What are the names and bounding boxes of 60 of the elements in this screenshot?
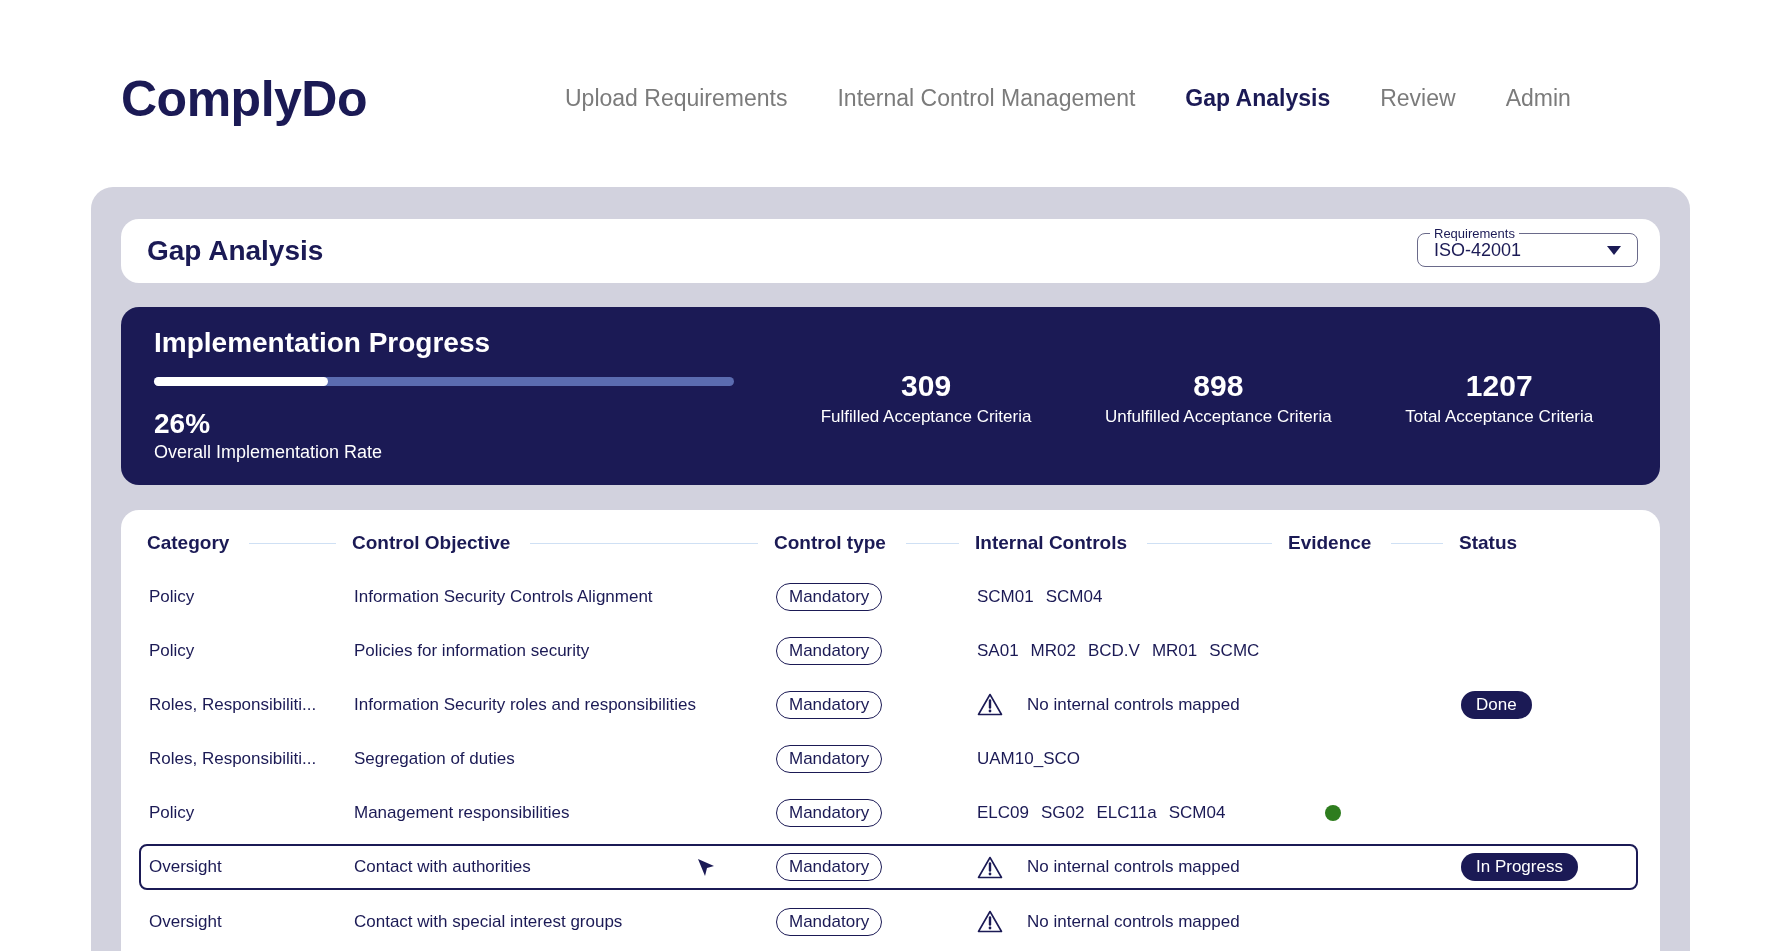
warning-icon (977, 855, 1003, 879)
control-code[interactable]: BCD.V (1087, 640, 1140, 661)
control-code[interactable]: MR02 (1030, 640, 1076, 661)
selected-row[interactable]: Oversight Contact with authorities Mandatory No internal controls mapped In Progress (139, 844, 1638, 890)
control-code[interactable]: SG02 (1041, 802, 1085, 823)
control-code[interactable]: SA01 (977, 640, 1019, 661)
stat-value: 1207 (1464, 369, 1534, 403)
control-code[interactable]: MR01 (1151, 640, 1198, 661)
stat-value: 898 (1192, 369, 1245, 403)
progress-title: Implementation Progress (154, 327, 492, 359)
control-code[interactable]: SCMC (1209, 640, 1260, 661)
status-badge: Done (1461, 690, 1532, 719)
category-cell-text: Oversight (149, 911, 223, 932)
column-header: Status (1459, 532, 1518, 554)
warning-text: No internal controls mapped (1027, 911, 1240, 932)
category-cell-text: Policy (149, 640, 196, 661)
logo: ComplyDo (121, 69, 368, 128)
page-title: Gap Analysis (147, 235, 324, 267)
column-header: Category (147, 532, 230, 554)
control-code[interactable]: SCM01 (977, 586, 1034, 607)
nav-link[interactable]: Internal Control Management (837, 85, 1136, 112)
warning-icon (977, 910, 1003, 933)
status-badge: In Progress (1461, 853, 1578, 881)
control-code[interactable]: SCM04 (1045, 586, 1103, 607)
warning-icon (977, 693, 1003, 716)
category-cell-text: Oversight (149, 857, 223, 877)
stat-label: Total Acceptance Criteria (1405, 407, 1594, 427)
control-code[interactable]: ELC09 (977, 802, 1029, 823)
progress-caption: Overall Implementation Rate (154, 442, 384, 463)
requirements-dropdown[interactable]: Requirements ISO-42001 (1417, 227, 1638, 267)
category-cell-text: Roles, Responsibiliti... (149, 694, 318, 715)
objective-cell: Contact with authorities (354, 857, 531, 877)
stat-label: Fulfilled Acceptance Criteria (820, 407, 1032, 427)
control-code[interactable]: ELC11a (1096, 802, 1157, 823)
objective-cell: Segregation of duties (354, 748, 515, 769)
column-header: Control Objective (352, 532, 511, 554)
objective-cell: Management responsibilities (354, 802, 570, 823)
column-header: Internal Controls (975, 532, 1127, 554)
objective-cell: Information Security Controls Alignment (354, 586, 653, 607)
caret-icon (1607, 245, 1621, 255)
warning-text: No internal controls mapped (1027, 694, 1240, 715)
stat-value: 309 (900, 369, 953, 403)
nav-link[interactable]: Upload Requirements (565, 85, 788, 112)
category-cell-text: Policy (149, 586, 196, 607)
category-cell-text: Roles, Responsibiliti... (149, 748, 318, 769)
progress-percent: 26% (154, 408, 212, 440)
nav-link[interactable]: Admin (1505, 85, 1571, 112)
column-header: Control type (774, 532, 886, 554)
stat-label: Unfulfilled Acceptance Criteria (1104, 407, 1332, 427)
objective-cell: Contact with special interest groups (354, 911, 623, 932)
warning-text: No internal controls mapped (1027, 857, 1240, 877)
objective-cell: Policies for information security (354, 640, 590, 661)
control-code[interactable]: UAM10_SCO (977, 748, 1080, 769)
nav-link[interactable]: Review (1380, 85, 1456, 112)
nav-link[interactable]: Gap Analysis (1185, 85, 1331, 112)
column-header: Evidence (1288, 532, 1372, 554)
category-cell-text: Policy (149, 802, 196, 823)
pointer-cursor-icon (698, 858, 714, 876)
control-code[interactable]: SCM04 (1168, 802, 1226, 823)
objective-cell: Information Security roles and responsibilities (354, 694, 697, 715)
